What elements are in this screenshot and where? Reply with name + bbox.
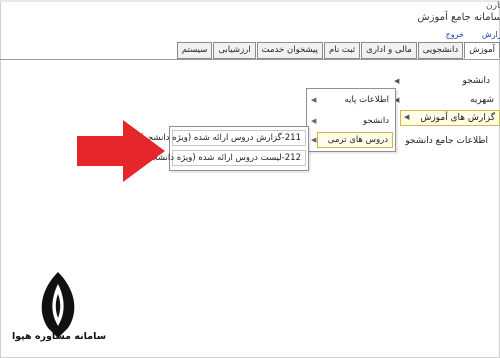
tab-student[interactable]: دانشجویی (417, 42, 464, 59)
chevron-left-icon: ◀ (394, 77, 400, 85)
report-211-link[interactable]: 211-گزارش دروس ارائه شده (ویژه دانشجو) (140, 130, 306, 146)
sidebar-item-student-info[interactable]: اطلاعات جامع دانشجو (405, 136, 488, 146)
report-link[interactable]: گزارش (482, 30, 500, 39)
main-menubar: آموزش دانشجویی مالی و اداری ثبت نام پیشخ… (176, 42, 500, 59)
logo-caption: سامانه مشاوره هپوا (11, 331, 107, 342)
chevron-left-icon: ◀ (311, 96, 317, 104)
sidebar-item-student[interactable]: دانشجو (462, 76, 490, 86)
header-top-bar (0, 0, 500, 2)
menubar-divider (0, 59, 500, 60)
logout-link[interactable]: خروج (446, 30, 464, 39)
tab-education[interactable]: آموزش (464, 42, 500, 59)
submenu-term-courses: 211-گزارش دروس ارائه شده (ویژه دانشجو) 2… (140, 126, 309, 171)
tab-system[interactable]: سیستم (176, 42, 213, 59)
tab-registration[interactable]: ثبت نام (323, 42, 361, 59)
chevron-left-icon: ◀ (404, 113, 410, 121)
report-212-link[interactable]: 212-لیست دروس ارائه شده (ویژه دانشجو) (145, 150, 306, 166)
red-arrow-icon (77, 120, 165, 182)
tab-finance-admin[interactable]: مالی و اداری (361, 42, 417, 59)
submenu-item-term-courses[interactable]: دروس های ترمی (317, 132, 393, 148)
submenu-item-base-info[interactable]: اطلاعات پایه (345, 95, 389, 105)
sidebar-item-education-reports[interactable]: گزارش های آموزش (400, 110, 500, 126)
page-title: سامانه جامع آموزش (417, 12, 500, 23)
user-name: گارن (486, 1, 500, 11)
chevron-left-icon: ◀ (311, 117, 317, 125)
sidebar-item-tuition[interactable]: شهریه (470, 95, 494, 105)
tab-service-counter[interactable]: پیشخوان خدمت (256, 42, 323, 59)
chevron-left-icon: ◀ (311, 136, 317, 144)
submenu-reports: اطلاعات پایه ◀ دانشجو ◀ دروس های ترمی ◀ (306, 88, 396, 152)
tab-evaluation[interactable]: ارزشیابی (213, 42, 256, 59)
submenu-item-student[interactable]: دانشجو (363, 116, 389, 126)
